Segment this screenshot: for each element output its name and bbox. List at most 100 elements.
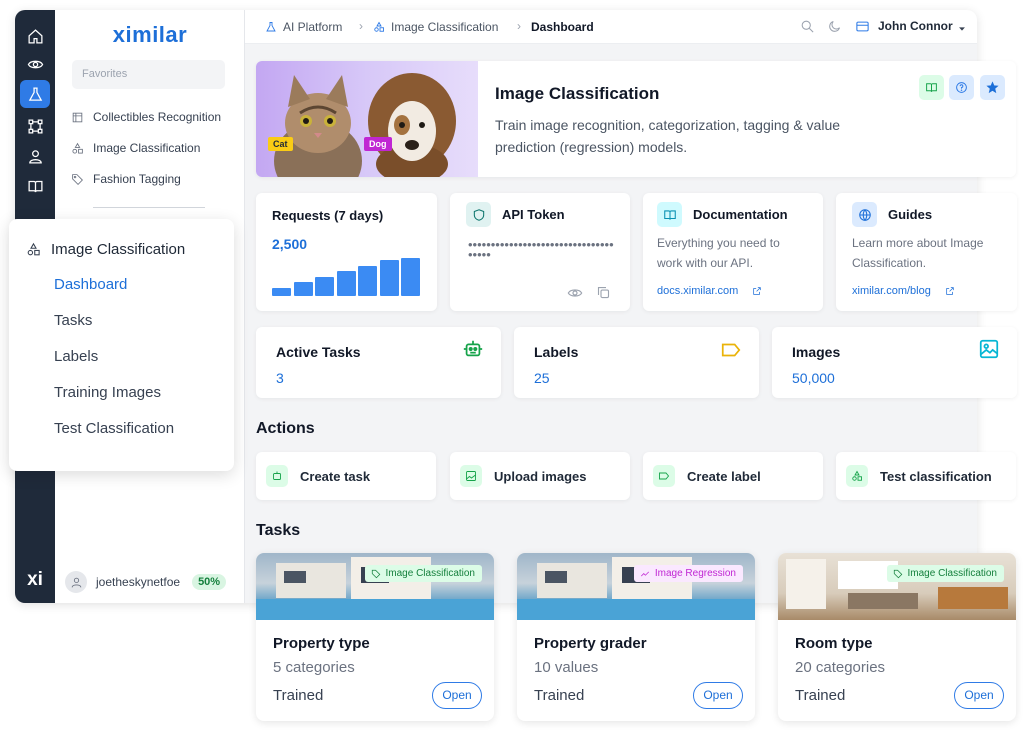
eye-icon[interactable] [20, 50, 50, 78]
upload-images-button[interactable]: Upload images [450, 452, 630, 500]
sidebar-item-image-classification[interactable]: Image Classification [71, 141, 200, 155]
sidebar-item-label: Fashion Tagging [93, 172, 181, 186]
test-classification-button[interactable]: Test classification [836, 452, 1016, 500]
tasks-title: Tasks [256, 522, 301, 539]
submenu-item-tasks[interactable]: Tasks [54, 312, 92, 329]
breadcrumb-ai-platform[interactable]: AI Platform [265, 20, 342, 34]
create-task-button[interactable]: Create task [256, 452, 436, 500]
guides-link[interactable]: ximilar.com/blog [852, 285, 955, 297]
requests-bar [336, 271, 356, 296]
cat-tag: Cat [268, 137, 293, 151]
submenu-item-training-images[interactable]: Training Images [54, 384, 161, 401]
brand-logo[interactable]: ximilar [55, 22, 245, 48]
images-card[interactable]: Images 50,000 [772, 327, 1017, 398]
task-card-property-grader[interactable]: Image Regression Property grader 10 valu… [517, 553, 755, 721]
favorites-field[interactable]: Favorites [72, 60, 225, 89]
requests-bar [401, 258, 420, 296]
shapes-icon [72, 142, 83, 154]
page-title: Image Classification [495, 84, 660, 103]
documentation-title: Documentation [693, 207, 788, 222]
api-token-title: API Token [502, 207, 565, 222]
documentation-link[interactable]: docs.ximilar.com [657, 285, 762, 297]
labels-card[interactable]: Labels 25 [514, 327, 759, 398]
robot-icon [266, 465, 288, 487]
sidebar-item-label: Image Classification [93, 141, 201, 155]
requests-value: 2,500 [272, 236, 308, 252]
breadcrumb-dashboard: Dashboard [531, 20, 594, 34]
search-icon[interactable] [800, 19, 816, 35]
moon-icon[interactable] [827, 19, 843, 35]
docs-button[interactable] [919, 75, 944, 100]
star-icon [986, 81, 999, 94]
rail-logo[interactable]: xi [15, 569, 55, 591]
flask-icon[interactable] [20, 80, 50, 108]
requests-title: Requests (7 days) [272, 208, 384, 223]
task-name: Property grader [534, 635, 647, 652]
task-type-badge: Image Classification [886, 565, 1004, 582]
open-task-button[interactable]: Open [432, 682, 482, 709]
submenu-header: Image Classification [26, 241, 185, 258]
task-thumbnail [517, 553, 755, 620]
guides-text: Learn more about Image Classification. [852, 236, 984, 270]
label-icon [653, 465, 675, 487]
hero-illustration: Cat Dog [256, 61, 478, 177]
task-card-room-type[interactable]: Image Classification Room type 20 catego… [778, 553, 1016, 721]
api-token-value: ••••••••••••••••••••••••••••••••••••• [468, 237, 614, 262]
open-task-button[interactable]: Open [693, 682, 743, 709]
avatar [65, 571, 87, 593]
help-button[interactable] [949, 75, 974, 100]
stat-title: Active Tasks [276, 344, 361, 360]
task-meta: 20 categories [795, 659, 886, 676]
home-icon[interactable] [20, 22, 50, 50]
copy-icon[interactable] [596, 285, 612, 301]
requests-bar [293, 282, 313, 296]
breadcrumb-separator: › [359, 19, 363, 33]
sidebar-item-fashion-tagging[interactable]: Fashion Tagging [71, 172, 181, 186]
sidebar-user[interactable]: joetheskynetfoe 50% [65, 571, 227, 593]
requests-bar [315, 277, 334, 296]
book-icon [926, 83, 937, 92]
task-status: Trained [795, 687, 846, 704]
tag-icon [371, 569, 380, 578]
credit-badge: 50% [192, 574, 227, 590]
task-type-badge: Image Regression [633, 565, 743, 582]
sidebar-item-collectibles[interactable]: Collectibles Recognition [71, 110, 221, 124]
shield-icon [466, 202, 491, 227]
image-classification-submenu: Image Classification Dashboard Tasks Lab… [9, 219, 234, 471]
create-label-button[interactable]: Create label [643, 452, 823, 500]
favorite-button[interactable] [980, 75, 1005, 100]
stat-value: 25 [534, 370, 550, 386]
sidebar-divider [93, 207, 205, 208]
requests-bar [358, 266, 377, 296]
stat-title: Images [792, 344, 841, 360]
open-task-button[interactable]: Open [954, 682, 1004, 709]
task-status: Trained [534, 687, 585, 704]
task-name: Room type [795, 635, 873, 652]
submenu-item-labels[interactable]: Labels [54, 348, 98, 365]
shapes-icon [374, 21, 384, 32]
book-icon[interactable] [20, 172, 50, 200]
image-icon [460, 465, 482, 487]
person-icon [71, 577, 81, 588]
top-bar: AI Platform › Image Classification › Das… [245, 10, 977, 44]
person-icon[interactable] [20, 142, 50, 170]
submenu-item-test-classification[interactable]: Test Classification [54, 420, 174, 437]
api-token-card: API Token ••••••••••••••••••••••••••••••… [450, 193, 630, 311]
eye-icon[interactable] [567, 285, 583, 301]
requests-card: Requests (7 days) 2,500 [256, 193, 437, 311]
cat-dog-illustration [274, 73, 456, 177]
stat-value: 3 [276, 370, 284, 386]
submenu-item-dashboard[interactable]: Dashboard [54, 276, 127, 293]
breadcrumb-image-classification[interactable]: Image Classification [373, 20, 498, 34]
active-tasks-card[interactable]: Active Tasks 3 [256, 327, 501, 398]
chevron-down-icon[interactable] [957, 21, 967, 31]
task-card-property-type[interactable]: Image Classification Property type 5 cat… [256, 553, 494, 721]
documentation-text: Everything you need to work with our API… [657, 236, 780, 270]
user-menu[interactable]: John Connor [878, 19, 953, 33]
tag-icon [893, 569, 902, 578]
workspace-icon[interactable] [855, 19, 871, 35]
shapes-icon [846, 465, 868, 487]
image-icon [978, 338, 1000, 360]
sidebar-user-name: joetheskynetfoe [96, 575, 181, 589]
nodes-icon[interactable] [20, 112, 50, 140]
